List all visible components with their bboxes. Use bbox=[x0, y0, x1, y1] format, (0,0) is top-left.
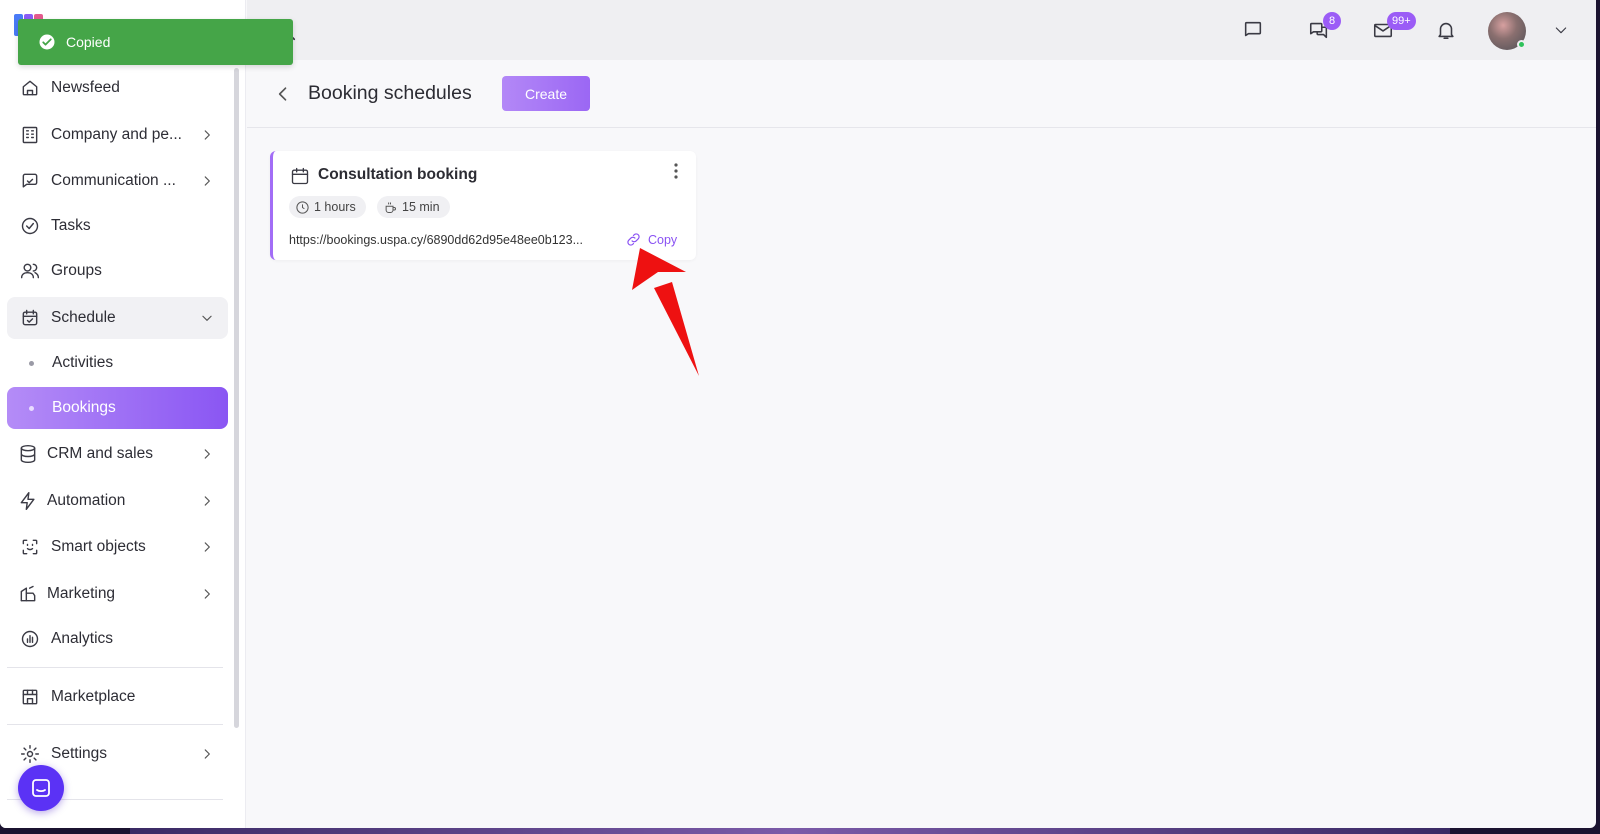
sidebar-item-label: Company and pe... bbox=[51, 126, 182, 143]
mail-badge: 99+ bbox=[1387, 12, 1416, 30]
top-bar: 8 99+ bbox=[247, 0, 1596, 60]
copy-link-button[interactable]: Copy bbox=[625, 231, 677, 248]
sidebar-scrollbar[interactable] bbox=[234, 68, 239, 728]
link-icon bbox=[627, 233, 640, 246]
sidebar-item-marketplace[interactable]: Marketplace bbox=[7, 676, 228, 718]
sidebar-item-groups[interactable]: Groups bbox=[7, 250, 228, 292]
check-circle-icon bbox=[19, 215, 41, 237]
app-window: Newsfeed Company and pe... Communication… bbox=[0, 0, 1596, 828]
chart-icon bbox=[19, 628, 41, 650]
avatar[interactable] bbox=[1488, 12, 1526, 50]
buffer-value: 15 min bbox=[402, 200, 440, 214]
sidebar-item-tasks[interactable]: Tasks bbox=[7, 205, 228, 247]
create-button[interactable]: Create bbox=[502, 76, 590, 111]
sidebar-subitem-bookings[interactable]: Bookings bbox=[7, 387, 228, 429]
sidebar-item-automation[interactable]: Automation bbox=[7, 480, 228, 522]
sidebar-item-label: Tasks bbox=[51, 217, 91, 234]
bell-icon[interactable] bbox=[1433, 17, 1459, 43]
calendar-icon bbox=[291, 167, 309, 185]
sidebar-item-newsfeed[interactable]: Newsfeed bbox=[7, 67, 228, 109]
sidebar-divider bbox=[7, 667, 223, 668]
sidebar-item-communication[interactable]: Communication ... bbox=[7, 160, 228, 202]
sidebar-subitem-label: Bookings bbox=[52, 399, 116, 416]
bullet-dot bbox=[29, 405, 34, 411]
sidebar-item-company[interactable]: Company and pe... bbox=[7, 114, 228, 156]
users-icon bbox=[19, 260, 41, 282]
more-options-icon[interactable] bbox=[672, 162, 680, 180]
sidebar-divider bbox=[7, 724, 223, 725]
sidebar-item-label: Groups bbox=[51, 262, 102, 279]
toast-message: Copied bbox=[66, 34, 111, 50]
sidebar-item-label: Marketing bbox=[47, 585, 116, 602]
duration-chip: 1 hours bbox=[289, 196, 366, 218]
copied-toast[interactable]: Copied bbox=[18, 19, 293, 65]
calendar-check-icon bbox=[19, 307, 41, 329]
page-header: Booking schedules Create bbox=[247, 60, 1596, 128]
page-title: Booking schedules bbox=[308, 82, 472, 104]
chevron-right-icon bbox=[198, 445, 216, 463]
sidebar-item-crm[interactable]: CRM and sales bbox=[7, 433, 228, 475]
building-icon bbox=[19, 124, 41, 146]
copy-label: Copy bbox=[648, 232, 678, 247]
bullet-dot bbox=[29, 360, 34, 366]
duration-value: 1 hours bbox=[314, 200, 356, 214]
chevron-right-icon bbox=[198, 126, 216, 144]
scan-face-icon bbox=[19, 536, 41, 558]
back-arrow-icon[interactable] bbox=[273, 84, 293, 104]
booking-url: https://bookings.uspa.cy/6890dd62d95e48e… bbox=[289, 233, 583, 247]
check-circle-icon bbox=[39, 34, 55, 50]
sidebar: Newsfeed Company and pe... Communication… bbox=[0, 0, 246, 828]
sidebar-item-label: CRM and sales bbox=[47, 445, 153, 462]
online-status-dot bbox=[1517, 40, 1526, 49]
database-icon bbox=[17, 443, 39, 465]
chat-bubble-icon bbox=[32, 779, 50, 797]
sidebar-item-marketing[interactable]: Marketing bbox=[7, 573, 228, 615]
sidebar-item-label: Newsfeed bbox=[51, 79, 120, 96]
messages-icon[interactable] bbox=[1240, 17, 1266, 43]
annotation-arrow bbox=[632, 248, 699, 376]
sidebar-item-label: Automation bbox=[47, 492, 126, 509]
sidebar-subitem-label: Activities bbox=[52, 354, 114, 371]
chevron-right-icon bbox=[198, 492, 216, 510]
gear-icon bbox=[19, 743, 41, 765]
sidebar-item-label: Communication ... bbox=[51, 172, 176, 189]
sidebar-item-label: Marketplace bbox=[51, 688, 136, 705]
chevron-right-icon bbox=[198, 538, 216, 556]
chevron-down-icon[interactable] bbox=[1548, 17, 1574, 43]
sidebar-item-label: Settings bbox=[51, 745, 108, 762]
sidebar-item-schedule[interactable]: Schedule bbox=[7, 297, 228, 339]
sidebar-item-label: Schedule bbox=[51, 309, 116, 326]
sidebar-item-analytics[interactable]: Analytics bbox=[7, 618, 228, 660]
window-bottom-edge bbox=[130, 828, 1450, 834]
booking-title: Consultation booking bbox=[318, 166, 478, 183]
chevron-down-icon bbox=[198, 309, 216, 327]
sidebar-item-smart-objects[interactable]: Smart objects bbox=[7, 526, 228, 568]
chat-launcher-button[interactable] bbox=[18, 765, 64, 811]
chats-badge: 8 bbox=[1323, 12, 1341, 30]
chevron-right-icon bbox=[198, 585, 216, 603]
home-icon bbox=[19, 77, 41, 99]
bolt-icon bbox=[17, 490, 39, 512]
chevron-right-icon bbox=[198, 172, 216, 190]
marketing-icon bbox=[17, 583, 39, 605]
sidebar-item-label: Smart objects bbox=[51, 538, 146, 555]
coffee-icon bbox=[385, 202, 396, 213]
chevron-right-icon bbox=[198, 745, 216, 763]
chat-icon bbox=[19, 170, 41, 192]
clock-icon bbox=[296, 200, 309, 214]
buffer-chip: 15 min bbox=[377, 196, 450, 218]
booking-card[interactable]: Consultation booking 1 hours 15 min http… bbox=[270, 151, 696, 260]
store-icon bbox=[19, 686, 41, 708]
sidebar-item-label: Analytics bbox=[51, 630, 114, 647]
sidebar-subitem-activities[interactable]: Activities bbox=[7, 342, 228, 384]
